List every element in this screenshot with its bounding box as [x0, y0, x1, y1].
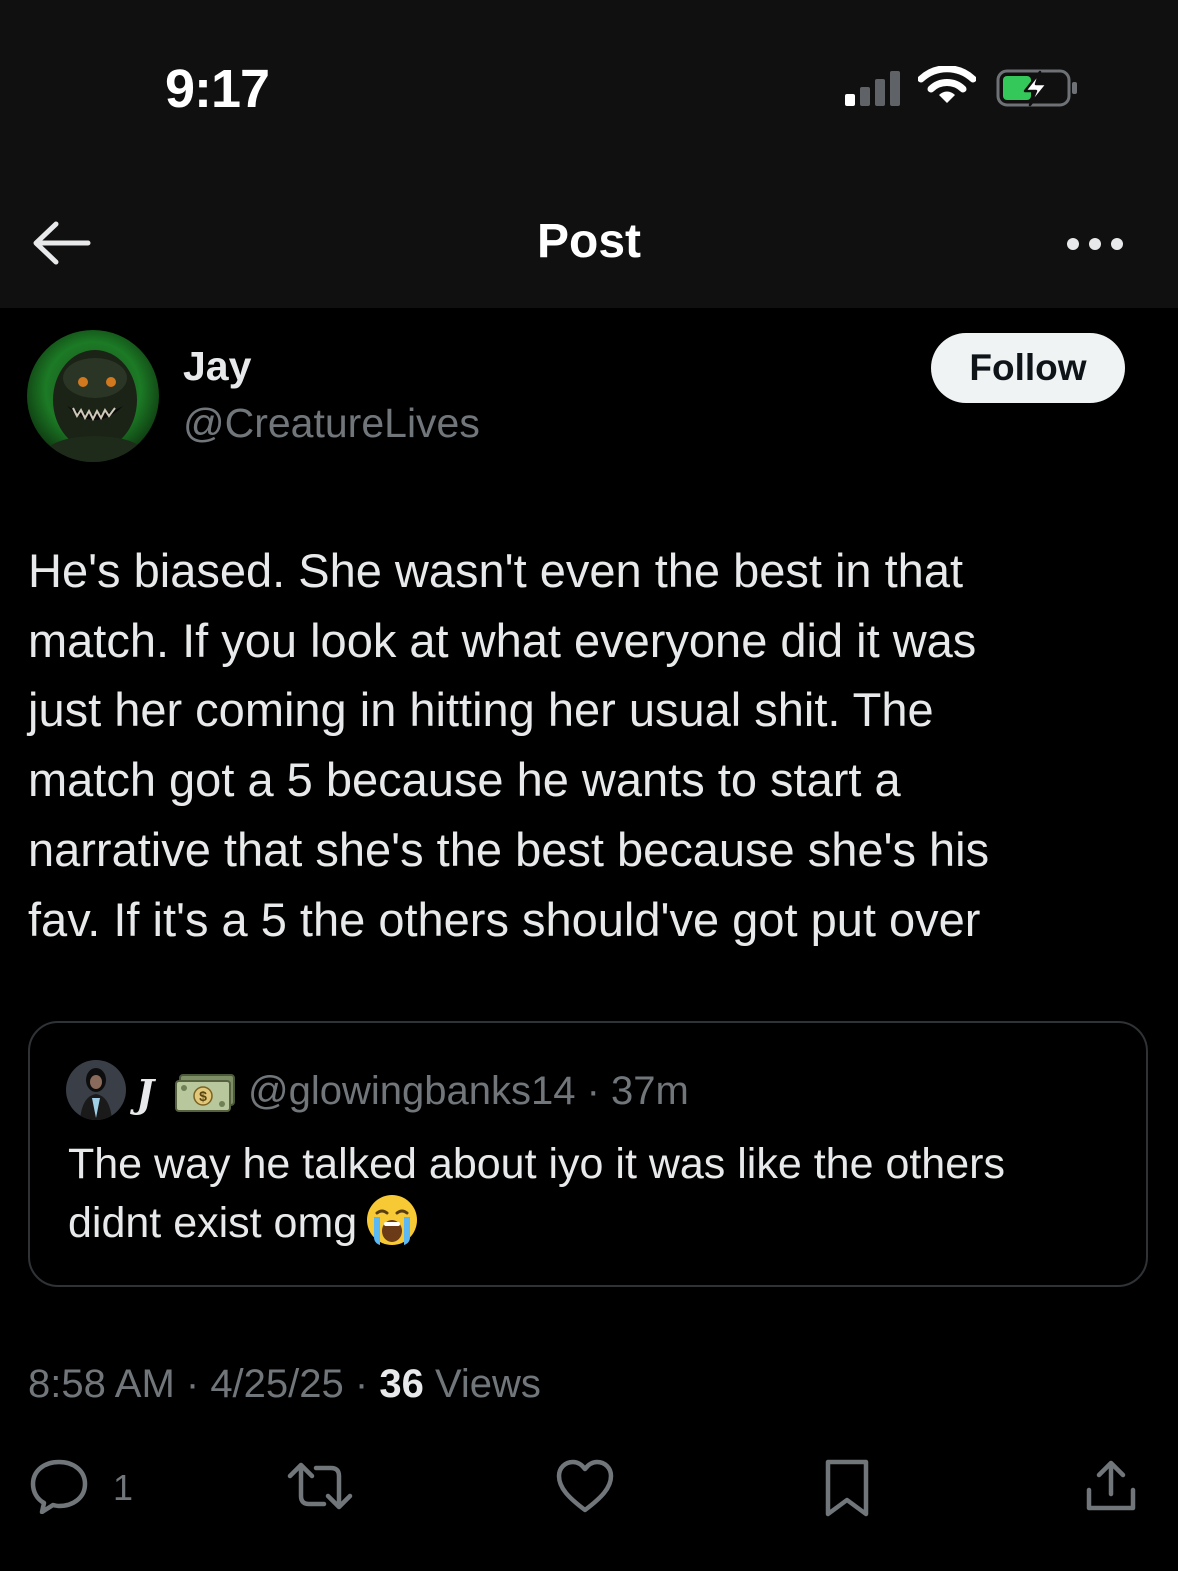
author-handle[interactable]: @CreatureLives — [183, 400, 480, 447]
share-icon — [1086, 1460, 1136, 1511]
author-name[interactable]: Jay — [183, 343, 251, 390]
quoted-handle-text: @glowingbanks14 — [248, 1069, 576, 1113]
quoted-author-name: J — [136, 1071, 154, 1116]
quoted-post-text: The way he talked about iyo it was like … — [68, 1135, 1108, 1252]
bookmark-button[interactable] — [822, 1458, 872, 1523]
bookmark-icon — [825, 1459, 869, 1517]
follow-button[interactable]: Follow — [931, 333, 1125, 403]
quoted-text-body: The way he talked about iyo it was like … — [68, 1140, 1005, 1247]
meta-separator: · — [575, 1069, 612, 1113]
author-avatar[interactable] — [27, 330, 159, 462]
post-date: 4/25/25 — [210, 1362, 344, 1406]
svg-text:$: $ — [199, 1088, 207, 1104]
quoted-author-handle: @glowingbanks14 · 37m — [248, 1069, 689, 1114]
more-dots-icon — [1067, 238, 1123, 250]
post-time: 8:58 AM — [28, 1362, 175, 1406]
views-label: Views — [434, 1362, 541, 1406]
speech-bubble-icon — [30, 1459, 88, 1515]
money-bill-icon: $ — [175, 1074, 235, 1112]
post-meta: 8:58 AM · 4/25/25 · 36 Views — [28, 1362, 541, 1407]
status-time: 9:17 — [165, 59, 270, 119]
battery-charging-icon — [996, 69, 1077, 107]
views-count: 36 — [379, 1362, 424, 1406]
share-button[interactable] — [1083, 1458, 1139, 1519]
post-text: He's biased. She wasn't even the best in… — [28, 544, 990, 946]
quoted-post[interactable]: J $ @glowingbanks14 · 37m The way he tal… — [28, 1021, 1148, 1287]
nav-bar: Post — [0, 160, 1178, 308]
status-bar: 9:17 — [0, 0, 1178, 160]
person-avatar-image — [66, 1060, 126, 1120]
reply-count: 1 — [113, 1467, 134, 1508]
loudly-crying-face-emoji-icon — [367, 1195, 418, 1245]
like-button[interactable] — [555, 1458, 615, 1519]
repost-button[interactable] — [286, 1458, 354, 1519]
quoted-post-age: 37m — [611, 1069, 689, 1113]
reply-button[interactable] — [28, 1458, 90, 1519]
repost-icon — [287, 1462, 353, 1510]
page-title: Post — [536, 215, 641, 268]
creature-avatar-image — [27, 330, 159, 462]
heart-icon — [556, 1459, 614, 1513]
cellular-signal-icon — [845, 71, 900, 106]
quoted-author-avatar — [66, 1060, 126, 1120]
more-options-button[interactable] — [1064, 233, 1126, 255]
meta-separator: · — [174, 1362, 211, 1406]
wifi-icon — [918, 66, 976, 103]
meta-separator: · — [343, 1362, 380, 1406]
